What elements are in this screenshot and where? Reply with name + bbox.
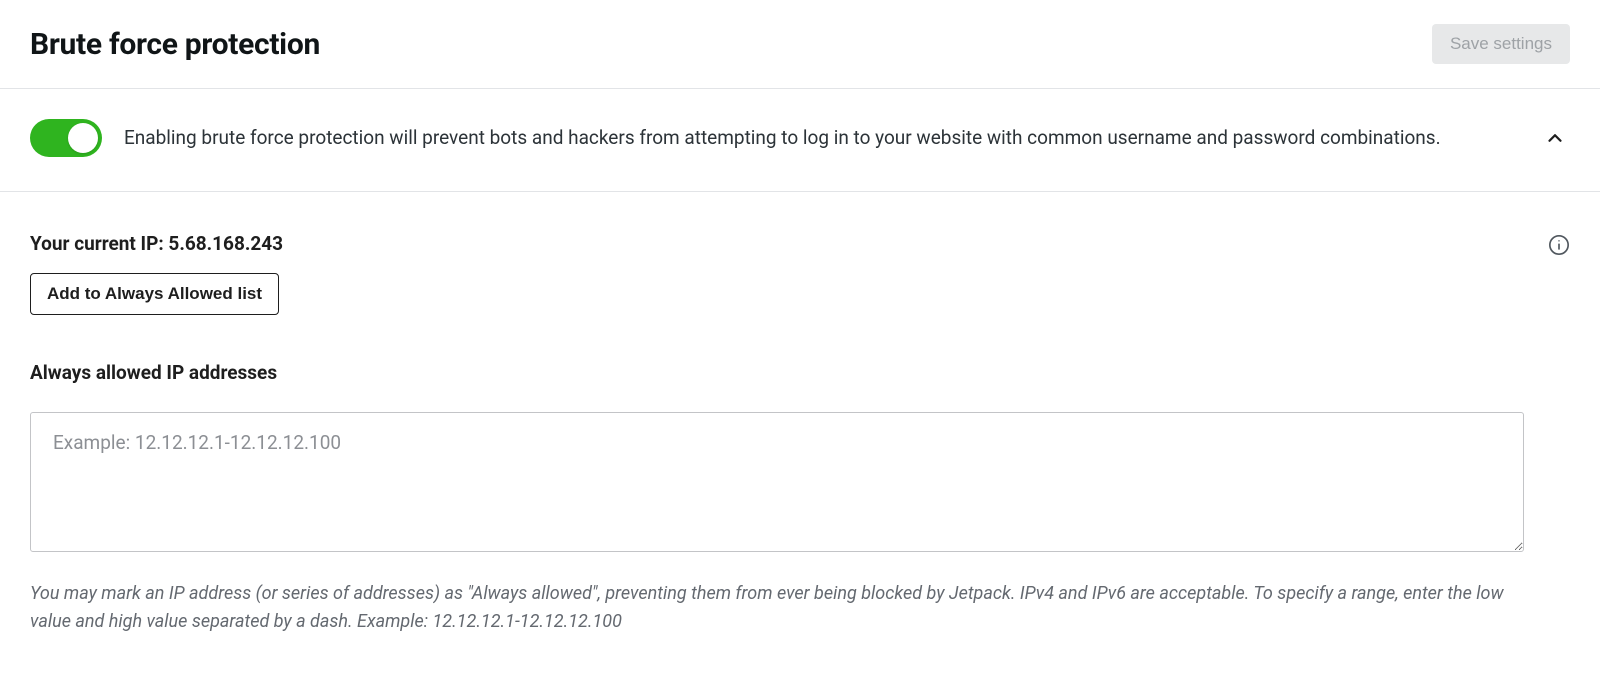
brute-force-body: Your current IP: 5.68.168.243 Add to Alw… bbox=[0, 192, 1600, 646]
allowed-ip-label: Always allowed IP addresses bbox=[30, 361, 1570, 384]
page-title: Brute force protection bbox=[30, 27, 320, 62]
allowed-ip-textarea[interactable] bbox=[30, 412, 1524, 552]
toggle-knob-icon bbox=[68, 123, 98, 153]
brute-force-toggle[interactable] bbox=[30, 119, 102, 157]
save-settings-button[interactable]: Save settings bbox=[1432, 24, 1570, 64]
info-icon bbox=[1548, 234, 1570, 256]
info-button[interactable] bbox=[1548, 234, 1570, 256]
current-ip-label: Your current IP: 5.68.168.243 bbox=[30, 232, 283, 255]
chevron-up-icon bbox=[1544, 127, 1566, 149]
brute-force-description: Enabling brute force protection will pre… bbox=[124, 123, 1498, 152]
settings-header: Brute force protection Save settings bbox=[0, 0, 1600, 89]
allowed-ip-help-text: You may mark an IP address (or series of… bbox=[30, 580, 1530, 636]
current-ip-row: Your current IP: 5.68.168.243 Add to Alw… bbox=[30, 232, 1570, 315]
add-to-allowed-button[interactable]: Add to Always Allowed list bbox=[30, 273, 279, 315]
collapse-section-button[interactable] bbox=[1540, 123, 1570, 153]
brute-force-toggle-row: Enabling brute force protection will pre… bbox=[0, 89, 1600, 192]
